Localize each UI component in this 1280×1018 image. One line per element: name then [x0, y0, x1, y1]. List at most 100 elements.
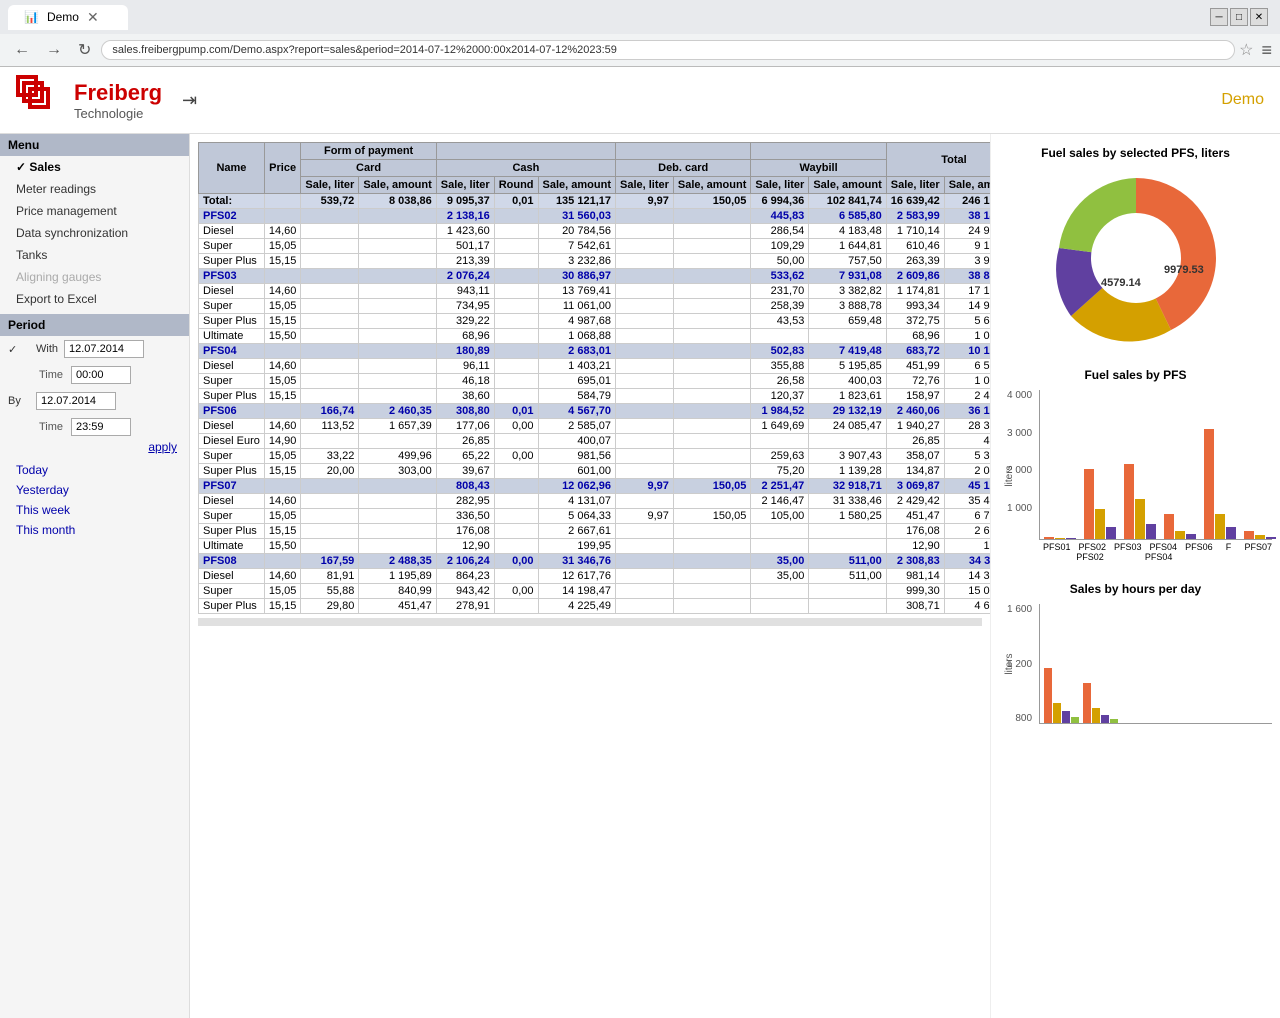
sidebar-item-tanks[interactable]: Tanks: [0, 244, 189, 266]
table-cell: 2 667,61: [944, 524, 990, 539]
table-cell: 2 076,24: [436, 269, 494, 284]
this-week-link[interactable]: This week: [0, 500, 189, 520]
bar1-x-labels: PFS01 PFS02 PFS03 PFS04 PFS06 F PFS07: [1039, 542, 1272, 552]
sidebar-item-price-management[interactable]: Price management: [0, 200, 189, 222]
bar-pfs01-super: [1055, 538, 1065, 539]
sidebar-item-data-sync[interactable]: Data synchronization: [0, 222, 189, 244]
table-cell: 15,15: [264, 599, 301, 614]
url-input[interactable]: [101, 40, 1235, 60]
col-header-deb: [616, 143, 751, 160]
col-header-wb: [751, 143, 886, 160]
table-cell: 981,14: [886, 569, 944, 584]
maximize-button[interactable]: □: [1230, 8, 1248, 26]
table-cell: 14,60: [264, 224, 301, 239]
tot-sl: Sale, liter: [886, 177, 944, 194]
table-cell: [494, 509, 538, 524]
table-cell: [616, 524, 674, 539]
table-cell: 96,11: [436, 359, 494, 374]
table-cell: 584,79: [538, 389, 615, 404]
table-cell: 400,03: [809, 374, 886, 389]
table-cell: 150,05: [673, 479, 750, 494]
table-cell: PFS03: [199, 269, 265, 284]
pie-chart-title: Fuel sales by selected PFS, liters: [999, 146, 1272, 160]
bar1-y-labels: 4 000 3 000 2 000 1 000: [1007, 390, 1032, 540]
bar-pfs03-superplus: [1146, 524, 1156, 539]
bookmark-icon[interactable]: ☆: [1239, 40, 1253, 60]
sidebar-item-export-excel[interactable]: Export to Excel: [0, 288, 189, 310]
table-cell: [673, 554, 750, 569]
apply-button[interactable]: apply: [0, 440, 189, 454]
table-cell: 135 121,17: [538, 194, 615, 209]
table-cell: PFS02: [199, 209, 265, 224]
by-date-input[interactable]: [36, 392, 116, 410]
browser-tab[interactable]: 📊 Demo ✕: [8, 5, 128, 30]
table-cell: 166,74: [301, 404, 359, 419]
table-cell: 176,08: [436, 524, 494, 539]
with-time-input[interactable]: [71, 366, 131, 384]
table-cell: [673, 254, 750, 269]
tab-favicon: 📊: [24, 10, 39, 24]
table-cell: 6 599,05: [944, 359, 990, 374]
table-cell: 24 968,04: [944, 224, 990, 239]
table-cell: [616, 224, 674, 239]
table-cell: [673, 434, 750, 449]
table-cell: [616, 434, 674, 449]
horizontal-scrollbar[interactable]: [198, 618, 982, 626]
table-cell: 15,15: [264, 524, 301, 539]
charts-area: Fuel sales by selected PFS, liters 4579.…: [990, 134, 1280, 1018]
nav-icon[interactable]: ⇥: [182, 90, 197, 111]
table-cell: 1 403,21: [538, 359, 615, 374]
by-time-input[interactable]: [71, 418, 131, 436]
table-cell: 864,23: [436, 569, 494, 584]
table-cell: [809, 599, 886, 614]
table-cell: Diesel: [199, 284, 265, 299]
period-section-label: Period: [0, 314, 189, 336]
sidebar-item-meter-readings[interactable]: Meter readings: [0, 178, 189, 200]
back-button[interactable]: ←: [8, 39, 36, 61]
table-cell: 2 138,16: [436, 209, 494, 224]
svg-text:9979.53: 9979.53: [1164, 264, 1204, 276]
minimize-button[interactable]: ─: [1210, 8, 1228, 26]
table-cell: 1 644,81: [809, 239, 886, 254]
cash-round: Round: [494, 177, 538, 194]
table-cell: [494, 524, 538, 539]
sidebar-item-sales[interactable]: Sales: [0, 156, 189, 178]
yesterday-link[interactable]: Yesterday: [0, 480, 189, 500]
table-cell: 11 061,00: [538, 299, 615, 314]
table-cell: 263,39: [886, 254, 944, 269]
table-cell: [359, 269, 436, 284]
forward-button[interactable]: →: [40, 39, 68, 61]
table-cell: 358,07: [886, 449, 944, 464]
bar2-g2-diesel: [1083, 683, 1091, 723]
table-cell: [359, 224, 436, 239]
table-cell: 2 106,24: [436, 554, 494, 569]
table-cell: 400,07: [944, 434, 990, 449]
this-month-link[interactable]: This month: [0, 520, 189, 540]
table-cell: 9,97: [616, 509, 674, 524]
table-cell: Ultimate: [199, 329, 265, 344]
menu-icon[interactable]: ≡: [1261, 40, 1272, 61]
bar2-g1-ultimate: [1071, 717, 1079, 723]
table-cell: Diesel Euro: [199, 434, 265, 449]
table-cell: [673, 584, 750, 599]
close-button[interactable]: ✕: [1250, 8, 1268, 26]
table-cell: [301, 359, 359, 374]
bar-pfs01-superplus: [1066, 538, 1076, 539]
table-cell: 24 085,47: [809, 419, 886, 434]
logo-container: Freiberg Technologie: [16, 75, 162, 125]
table-cell: 8 038,86: [359, 194, 436, 209]
table-cell: 231,70: [751, 284, 809, 299]
with-date-input[interactable]: [64, 340, 144, 358]
table-cell: 683,72: [886, 344, 944, 359]
refresh-button[interactable]: ↻: [72, 38, 97, 62]
today-link[interactable]: Today: [0, 460, 189, 480]
bar-pfs06-diesel: [1204, 429, 1214, 539]
table-cell: 36 160,24: [944, 404, 990, 419]
deb-header: Deb. card: [616, 160, 751, 177]
table-cell: 695,01: [538, 374, 615, 389]
table-cell: 12,90: [436, 539, 494, 554]
table-cell: 14 198,47: [538, 584, 615, 599]
table-cell: 3 990,36: [944, 254, 990, 269]
table-cell: [494, 284, 538, 299]
tab-close-button[interactable]: ✕: [87, 9, 99, 26]
